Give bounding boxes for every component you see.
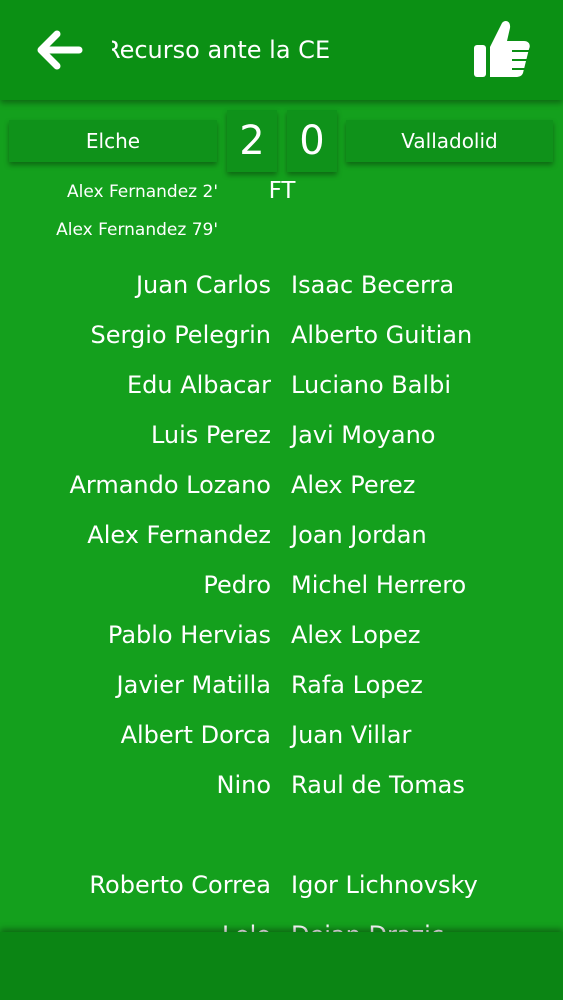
- lineup-separator: [0, 812, 563, 862]
- away-player: Alex Perez: [291, 471, 416, 499]
- away-player: Juan Villar: [291, 721, 412, 749]
- lineup-row: Javier Matilla Rafa Lopez: [0, 662, 563, 712]
- lineup-row: Edu Albacar Luciano Balbi: [0, 362, 563, 412]
- lineup-row: Roberto Correa Igor Lichnovsky: [0, 862, 563, 912]
- lineup-row: Pedro Michel Herrero: [0, 562, 563, 612]
- back-button[interactable]: [30, 24, 90, 76]
- lineup-row: Nino Raul de Tomas: [0, 762, 563, 812]
- away-player: Rafa Lopez: [291, 671, 423, 699]
- scorer-item: Alex Fernandez 79': [56, 220, 218, 240]
- home-player: Javier Matilla: [116, 671, 271, 699]
- away-player: Michel Herrero: [291, 571, 467, 599]
- home-player: Albert Dorca: [120, 721, 271, 749]
- home-player: Armando Lozano: [69, 471, 271, 499]
- lineup-row: Alex Fernandez Joan Jordan: [0, 512, 563, 562]
- home-player: Pedro: [203, 571, 271, 599]
- away-player: Isaac Becerra: [291, 271, 455, 299]
- home-player: Juan Carlos: [135, 271, 271, 299]
- home-player: Sergio Pelegrin: [90, 321, 271, 349]
- like-button[interactable]: [464, 14, 540, 86]
- home-scorers: Alex Fernandez 2' Alex Fernandez 79': [56, 178, 218, 254]
- home-score: 2: [227, 110, 277, 172]
- away-score: 0: [287, 110, 337, 172]
- page-title-container: Recurso ante la CE: [112, 30, 452, 70]
- bottom-bar: [0, 932, 563, 1000]
- lineup-row: Sergio Pelegrin Alberto Guitian: [0, 312, 563, 362]
- away-sub-player: Igor Lichnovsky: [291, 871, 478, 899]
- lineups-list[interactable]: Juan Carlos Isaac Becerra Sergio Pelegri…: [0, 262, 563, 962]
- away-player: Alberto Guitian: [291, 321, 473, 349]
- home-player: Nino: [216, 771, 271, 799]
- home-sub-player: Roberto Correa: [89, 871, 271, 899]
- lineup-row: Juan Carlos Isaac Becerra: [0, 262, 563, 312]
- lineup-row: Armando Lozano Alex Perez: [0, 462, 563, 512]
- away-player: Javi Moyano: [291, 421, 436, 449]
- match-status: FT: [268, 178, 296, 204]
- arrow-left-icon: [37, 30, 83, 70]
- home-player: Pablo Hervias: [107, 621, 271, 649]
- home-player: Alex Fernandez: [87, 521, 271, 549]
- home-player: Edu Albacar: [126, 371, 271, 399]
- away-player: Joan Jordan: [291, 521, 427, 549]
- lineup-row: Albert Dorca Juan Villar: [0, 712, 563, 762]
- away-player: Alex Lopez: [291, 621, 421, 649]
- thumbs-up-icon: [474, 20, 530, 78]
- scorer-item: Alex Fernandez 2': [66, 182, 218, 202]
- away-player: Luciano Balbi: [291, 371, 451, 399]
- away-player: Raul de Tomas: [291, 771, 465, 799]
- lineup-row: Luis Perez Javi Moyano: [0, 412, 563, 462]
- lineup-row: Pablo Hervias Alex Lopez: [0, 612, 563, 662]
- home-player: Luis Perez: [150, 421, 271, 449]
- top-bar: Recurso ante la CE: [0, 0, 563, 100]
- away-team-name: Valladolid: [346, 120, 553, 162]
- home-team-name: Elche: [9, 120, 217, 162]
- page-title: Recurso ante la CE: [112, 36, 331, 64]
